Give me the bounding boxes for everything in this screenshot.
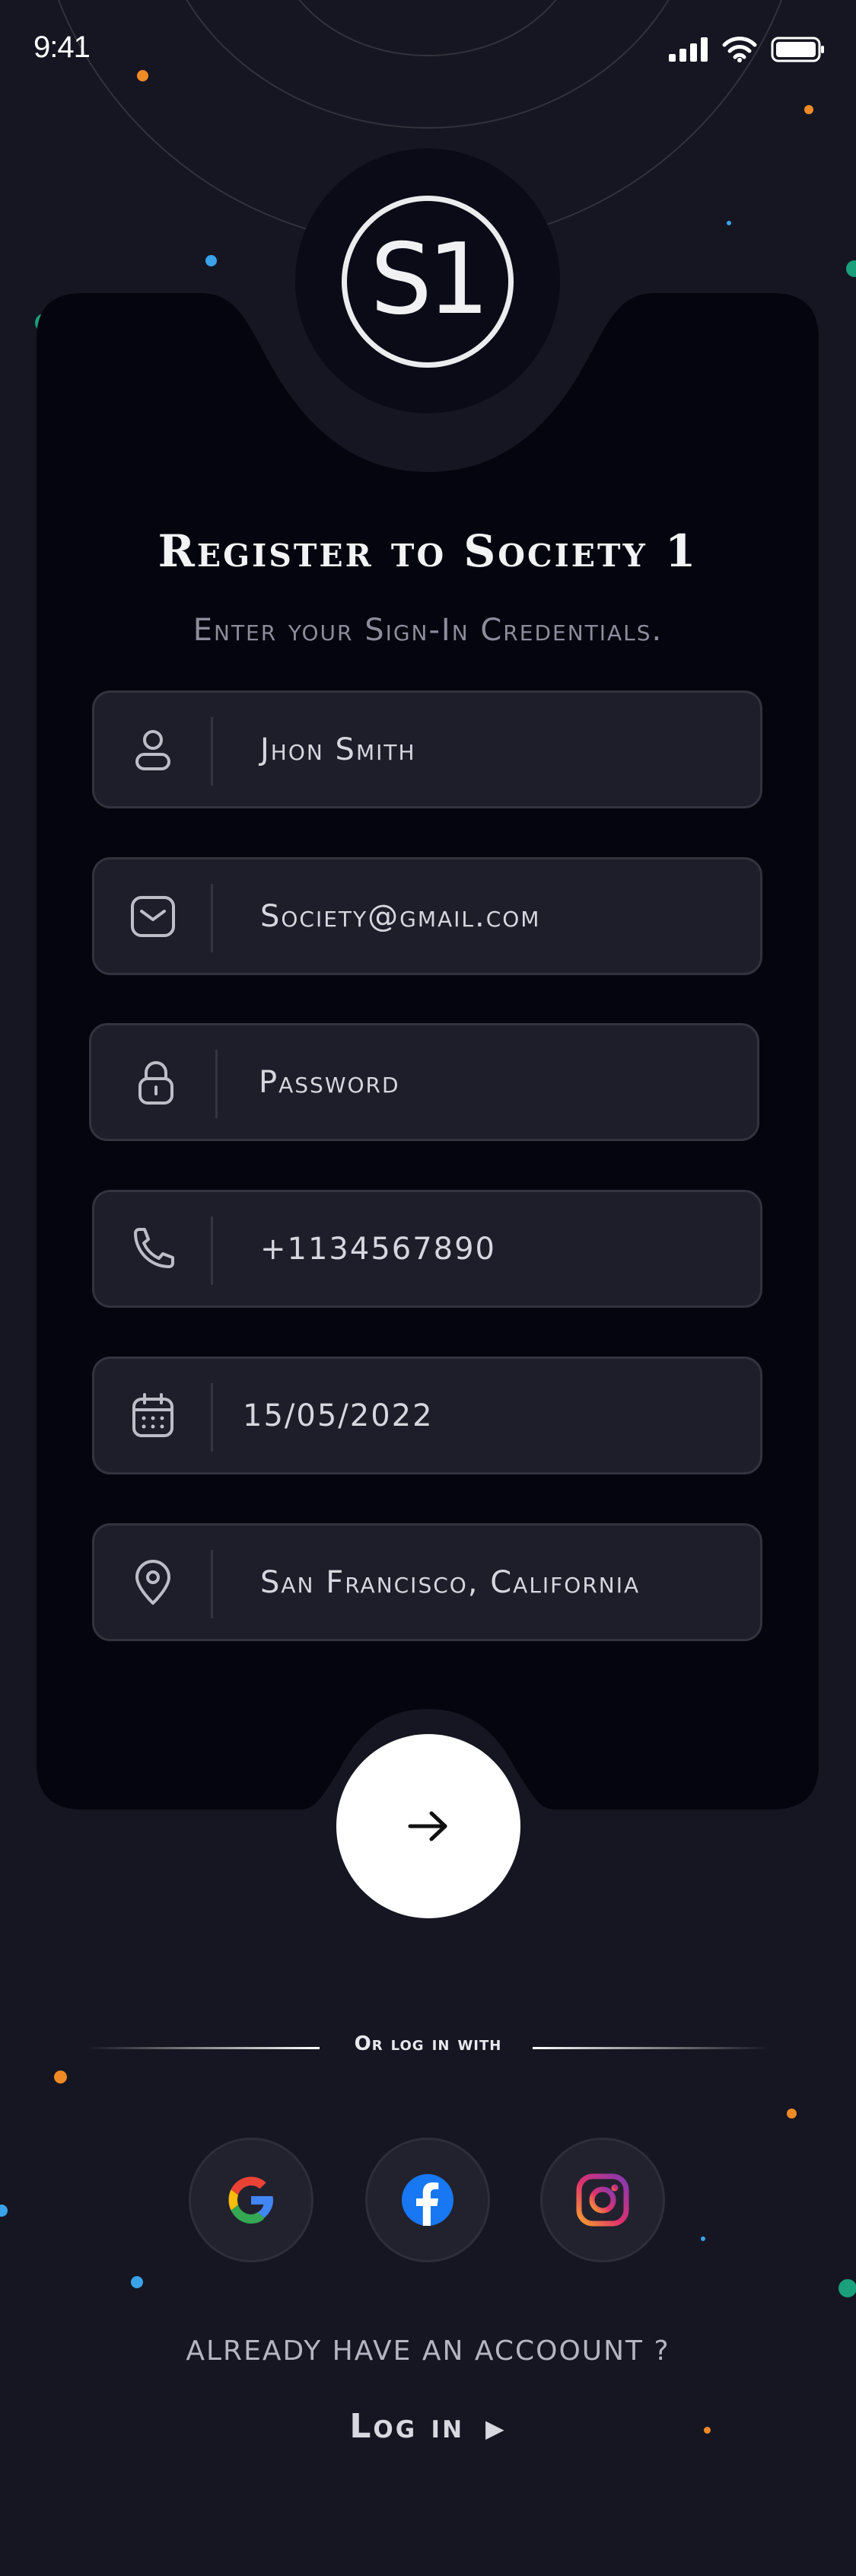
decor-dot bbox=[701, 2236, 705, 2241]
date-value: 15/05/2022 bbox=[243, 1398, 434, 1433]
email-value: Society@gmail.com bbox=[260, 898, 541, 934]
mail-icon bbox=[131, 896, 175, 937]
decor-dot bbox=[804, 105, 813, 114]
arrow-right-icon bbox=[408, 1811, 447, 1841]
field-divider bbox=[211, 884, 213, 952]
decor-dot bbox=[838, 2279, 856, 2297]
cellular-signal-icon bbox=[669, 37, 708, 62]
password-value: Password bbox=[259, 1064, 400, 1100]
field-divider bbox=[211, 1383, 213, 1452]
submit-button[interactable] bbox=[336, 1734, 520, 1918]
calendar-icon bbox=[132, 1393, 173, 1437]
page-title: Register to Society 1 bbox=[158, 525, 698, 577]
google-icon bbox=[228, 2176, 273, 2224]
page-subtitle: Enter your Sign-In Credentials. bbox=[193, 613, 663, 648]
logo: S1 bbox=[342, 196, 514, 368]
instagram-icon bbox=[576, 2173, 629, 2227]
lock-icon bbox=[138, 1061, 173, 1105]
decor-dot bbox=[727, 221, 731, 225]
login-label: Log in bbox=[349, 2407, 465, 2446]
login-link[interactable]: Log in ▶ bbox=[0, 2407, 856, 2446]
password-field[interactable]: Password bbox=[89, 1023, 759, 1141]
status-time: 9:41 bbox=[33, 30, 91, 64]
google-button[interactable] bbox=[189, 2138, 313, 2262]
decor-dot bbox=[137, 70, 148, 81]
facebook-button[interactable] bbox=[365, 2138, 490, 2262]
phone-value: +1134567890 bbox=[260, 1231, 497, 1267]
field-divider bbox=[215, 1050, 218, 1118]
instagram-button[interactable] bbox=[540, 2138, 665, 2262]
decor-dot bbox=[131, 2276, 143, 2288]
wifi-icon bbox=[722, 37, 757, 62]
name-value: Jhon Smith bbox=[260, 732, 416, 767]
location-field[interactable]: San Francisco, California bbox=[92, 1523, 762, 1641]
location-pin-icon bbox=[135, 1560, 170, 1605]
decor-dot bbox=[205, 255, 217, 266]
location-value: San Francisco, California bbox=[260, 1564, 641, 1600]
field-divider bbox=[211, 1216, 213, 1285]
caret-right-icon: ▶ bbox=[485, 2414, 507, 2443]
decor-dot bbox=[54, 2071, 67, 2083]
name-field[interactable]: Jhon Smith bbox=[92, 690, 762, 808]
phone-field[interactable]: +1134567890 bbox=[92, 1190, 762, 1308]
divider-text: Or log in with bbox=[354, 2032, 502, 2055]
already-have-account-text: ALREADY HAVE AN ACCOOUNT ? bbox=[186, 2335, 670, 2367]
facebook-icon bbox=[402, 2174, 453, 2226]
status-icons bbox=[669, 37, 826, 62]
divider-line-right bbox=[533, 2047, 768, 2049]
phone-icon bbox=[134, 1228, 174, 1268]
user-icon bbox=[135, 730, 170, 770]
decor-dot bbox=[787, 2109, 797, 2119]
email-field[interactable]: Society@gmail.com bbox=[92, 857, 762, 975]
decor-dot bbox=[846, 260, 856, 277]
decor-dot bbox=[0, 2205, 8, 2217]
date-field[interactable]: 15/05/2022 bbox=[92, 1357, 762, 1475]
social-divider: Or log in with bbox=[0, 2032, 856, 2063]
battery-icon bbox=[771, 37, 824, 62]
field-divider bbox=[211, 1550, 213, 1618]
logo-text: S1 bbox=[370, 222, 490, 336]
field-divider bbox=[211, 717, 213, 786]
